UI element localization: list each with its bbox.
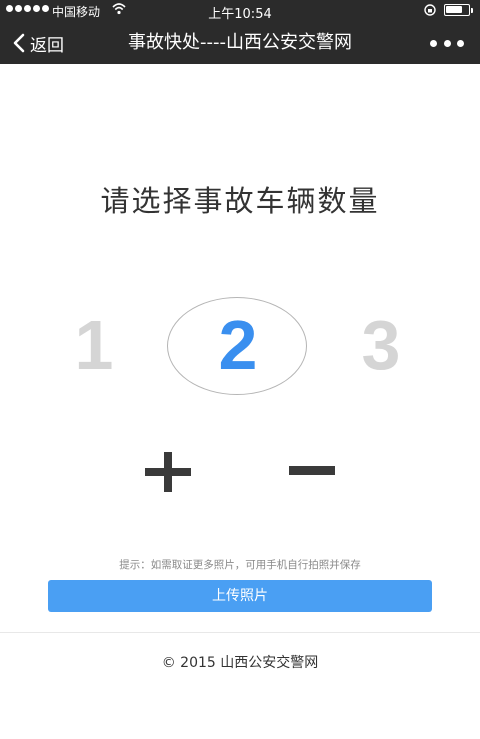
vehicle-count-option-1[interactable]: 1: [54, 305, 134, 385]
page-title: 事故快处----山西公安交警网: [128, 32, 352, 53]
status-bar: 中国移动 上午10:54: [0, 0, 480, 22]
footer-copyright: © 2015 山西公安交警网: [161, 655, 319, 671]
chevron-left-icon: [13, 33, 25, 53]
battery-icon: [444, 4, 470, 16]
vehicle-count-option-3[interactable]: 3: [341, 305, 421, 385]
back-label: 返回: [30, 35, 64, 56]
back-button[interactable]: 返回: [12, 22, 64, 64]
orientation-lock-icon: [424, 4, 436, 16]
upload-photos-button[interactable]: 上传照片: [48, 580, 432, 612]
more-dots-icon[interactable]: [430, 34, 464, 52]
minus-icon[interactable]: [289, 466, 335, 476]
battery-tip: [471, 8, 473, 13]
status-time: 上午10:54: [208, 7, 272, 22]
plus-icon[interactable]: [145, 452, 191, 492]
vehicle-count-option-2-selected[interactable]: 2: [198, 305, 278, 385]
hint-text: 提示：如需取证更多照片，可用手机自行拍照并保存: [119, 559, 361, 571]
nav-bar: 返回 事故快处----山西公安交警网: [0, 22, 480, 64]
vehicle-count-heading: 请选择事故车辆数量: [100, 184, 380, 218]
divider: [0, 632, 480, 633]
